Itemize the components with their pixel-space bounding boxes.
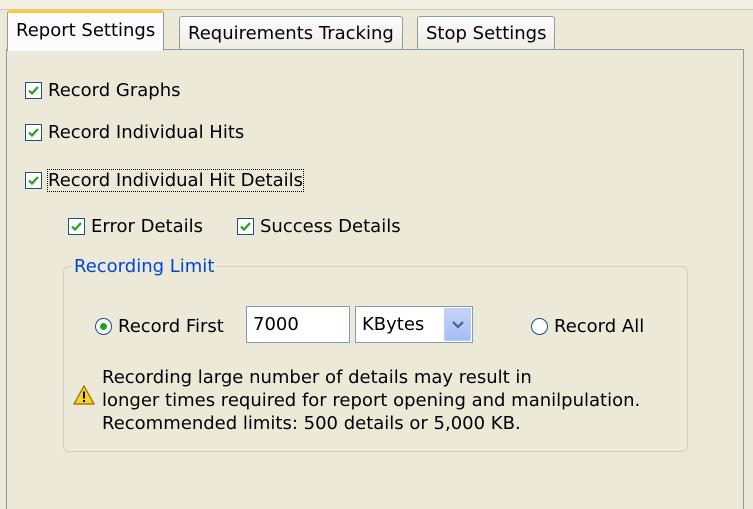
record-individual-hits-label: Record Individual Hits	[48, 122, 245, 143]
checkmark-icon	[28, 176, 39, 185]
record-individual-hits-checkbox[interactable]	[25, 124, 42, 141]
window-top-edge	[0, 0, 753, 10]
error-details-option[interactable]: Error Details	[68, 216, 203, 237]
checkmark-icon	[71, 222, 82, 231]
success-details-option[interactable]: Success Details	[237, 216, 401, 237]
error-details-label: Error Details	[91, 216, 203, 237]
record-graphs-checkbox[interactable]	[25, 82, 42, 99]
success-details-label: Success Details	[260, 216, 401, 237]
record-individual-hit-details-checkbox[interactable]	[25, 172, 42, 189]
record-first-radio[interactable]	[95, 318, 112, 335]
warning-line-2: longer times required for report opening…	[102, 390, 641, 411]
radio-selected-dot	[100, 323, 107, 330]
recording-limit-legend: Recording Limit	[74, 256, 215, 277]
record-individual-hit-details-label: Record Individual Hit Details	[46, 169, 305, 192]
checkmark-icon	[28, 86, 39, 95]
record-first-option[interactable]: Record First	[95, 316, 224, 337]
record-first-value-input[interactable]	[246, 306, 350, 343]
tab-stop-settings[interactable]: Stop Settings	[417, 16, 556, 49]
unit-select-value: KBytes	[362, 314, 425, 335]
record-first-label: Record First	[118, 316, 224, 337]
checkmark-icon	[28, 128, 39, 137]
success-details-checkbox[interactable]	[237, 218, 254, 235]
unit-select-dropdown-button[interactable]	[444, 308, 471, 341]
tab-requirements-tracking[interactable]: Requirements Tracking	[179, 16, 403, 49]
record-individual-hits-option[interactable]: Record Individual Hits	[25, 122, 244, 143]
warning-icon	[73, 385, 95, 405]
record-graphs-option[interactable]: Record Graphs	[25, 80, 181, 101]
record-graphs-label: Record Graphs	[48, 80, 181, 101]
unit-select[interactable]: KBytes	[355, 306, 473, 343]
record-individual-hit-details-option[interactable]: Record Individual Hit Details	[25, 169, 305, 192]
warning-line-3: Recommended limits: 500 details or 5,000…	[102, 413, 521, 434]
tab-report-settings[interactable]: Report Settings	[7, 10, 165, 51]
chevron-down-icon	[451, 320, 464, 329]
warning-line-1: Recording large number of details may re…	[102, 367, 532, 388]
record-all-label: Record All	[554, 316, 645, 337]
checkmark-icon	[240, 222, 251, 231]
record-all-radio[interactable]	[531, 318, 548, 335]
record-all-option[interactable]: Record All	[531, 316, 644, 337]
recording-limit-warning: Recording large number of details may re…	[102, 366, 640, 435]
error-details-checkbox[interactable]	[68, 218, 85, 235]
